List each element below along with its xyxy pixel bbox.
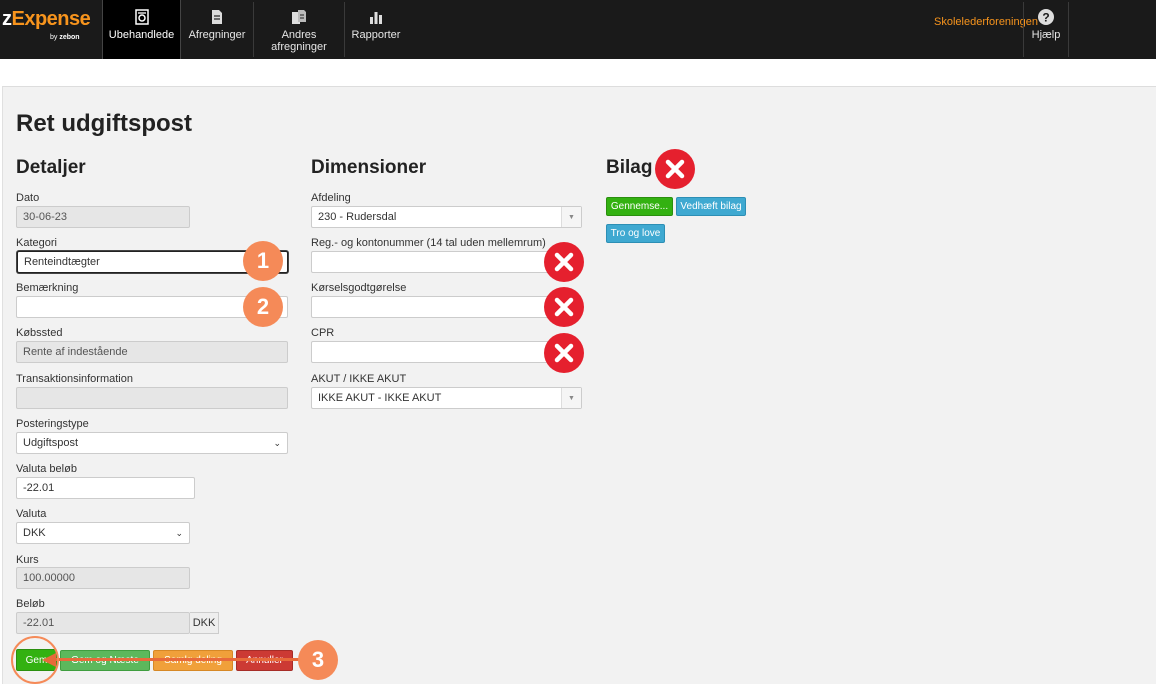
reg-input[interactable] bbox=[311, 251, 555, 273]
annotation-step-3: 3 bbox=[298, 640, 338, 680]
dato-value: 30-06-23 bbox=[23, 211, 68, 223]
nav-ubehandlede[interactable]: Ubehandlede bbox=[102, 0, 181, 59]
logo-wordmark: zExpense bbox=[2, 8, 91, 30]
belob-label: Beløb bbox=[16, 598, 45, 610]
details-heading: Detaljer bbox=[16, 157, 86, 178]
valuta-belob-input[interactable]: -22.01 bbox=[16, 477, 195, 499]
attach-receipt-button[interactable]: Vedhæft bilag bbox=[676, 197, 746, 216]
kategori-value: Renteindtægter bbox=[24, 256, 100, 268]
cpr-input[interactable] bbox=[311, 341, 555, 363]
kobssted-field: Rente af indestående bbox=[16, 341, 288, 363]
browse-button[interactable]: Gennemse... bbox=[606, 197, 673, 216]
annotation-step-2: 2 bbox=[243, 287, 283, 327]
transaktion-field bbox=[16, 387, 288, 409]
nav-andres-afregninger[interactable]: Andres afregninger bbox=[256, 0, 342, 59]
annotation-arrow bbox=[54, 658, 300, 661]
posteringstype-select[interactable]: Udgiftspost ⌄ bbox=[16, 432, 288, 454]
help-icon: ? bbox=[1038, 9, 1054, 25]
chevron-down-icon: ⌄ bbox=[273, 438, 281, 448]
valuta-label: Valuta bbox=[16, 508, 47, 520]
transaktion-label: Transaktionsinformation bbox=[16, 373, 133, 385]
kategori-label: Kategori bbox=[16, 237, 57, 249]
kobssted-label: Købssted bbox=[16, 327, 63, 339]
valuta-select[interactable]: DKK ⌄ bbox=[16, 522, 190, 544]
valuta-value: DKK bbox=[23, 527, 46, 539]
bilag-heading: Bilag bbox=[606, 157, 653, 178]
kurs-field: 100.00000 bbox=[16, 567, 190, 589]
afdeling-value: 230 - Rudersdal bbox=[318, 211, 397, 223]
nav-label: Afregninger bbox=[188, 29, 246, 41]
bemaerkning-label: Bemærkning bbox=[16, 282, 79, 294]
documents-icon bbox=[292, 10, 306, 24]
content-panel bbox=[2, 86, 1156, 684]
nav-label: Andres afregninger bbox=[271, 29, 327, 53]
posteringstype-value: Udgiftspost bbox=[23, 437, 79, 449]
belob-value: -22.01 bbox=[23, 617, 55, 629]
cpr-label: CPR bbox=[311, 327, 335, 339]
kurs-value: 100.00000 bbox=[23, 572, 75, 584]
nav-divider bbox=[1023, 2, 1024, 57]
dimensions-heading: Dimensioner bbox=[311, 157, 427, 178]
top-navbar: zExpense by zebon Ubehandlede Afregninge… bbox=[0, 0, 1156, 59]
bar-chart-icon bbox=[370, 12, 382, 24]
error-x-icon bbox=[544, 333, 584, 373]
svg-text:?: ? bbox=[1042, 11, 1049, 25]
receipt-camera-icon bbox=[134, 9, 149, 25]
reg-label: Reg.- og kontonummer (14 tal uden mellem… bbox=[311, 237, 546, 249]
document-icon bbox=[212, 10, 222, 24]
akut-value: IKKE AKUT - IKKE AKUT bbox=[318, 392, 442, 404]
nav-divider bbox=[253, 2, 254, 57]
afdeling-label: Afdeling bbox=[311, 192, 351, 204]
nav-afregninger[interactable]: Afregninger bbox=[184, 0, 250, 59]
error-x-icon bbox=[544, 242, 584, 282]
valuta-belob-label: Valuta beløb bbox=[16, 463, 77, 475]
chevron-down-icon: ⌄ bbox=[175, 528, 183, 538]
nav-label: Ubehandlede bbox=[108, 29, 175, 41]
akut-select[interactable]: IKKE AKUT - IKKE AKUT ▼ bbox=[311, 387, 582, 409]
annotation-step-1: 1 bbox=[243, 241, 283, 281]
nav-rapporter[interactable]: Rapporter bbox=[347, 0, 405, 59]
logo-byline: by zebon bbox=[50, 34, 80, 41]
highlight-circle bbox=[11, 636, 59, 684]
page-title: Ret udgiftspost bbox=[16, 110, 192, 137]
nav-label: Rapporter bbox=[351, 29, 401, 41]
kobssted-value: Rente af indestående bbox=[23, 346, 128, 358]
dato-label: Dato bbox=[16, 192, 40, 204]
tro-og-love-button[interactable]: Tro og love bbox=[606, 224, 665, 243]
kurs-label: Kurs bbox=[16, 554, 39, 566]
triangle-down-icon: ▼ bbox=[561, 388, 581, 408]
nav-help[interactable]: ? Hjælp bbox=[1026, 0, 1066, 59]
valuta-belob-value: -22.01 bbox=[23, 482, 55, 494]
akut-label: AKUT / IKKE AKUT bbox=[311, 373, 407, 385]
nav-divider bbox=[344, 2, 345, 57]
posteringstype-label: Posteringstype bbox=[16, 418, 89, 430]
nav-label: Hjælp bbox=[1031, 29, 1061, 41]
nav-divider bbox=[1068, 2, 1069, 57]
error-x-icon bbox=[544, 287, 584, 327]
error-x-icon bbox=[655, 149, 695, 189]
organization-name[interactable]: Skolelederforeningen bbox=[934, 16, 1038, 29]
dato-field: 30-06-23 bbox=[16, 206, 190, 228]
korsel-input[interactable] bbox=[311, 296, 555, 318]
korsel-label: Kørselsgodtgørelse bbox=[311, 282, 407, 294]
triangle-down-icon: ▼ bbox=[561, 207, 581, 227]
belob-field: -22.01 bbox=[16, 612, 190, 634]
afdeling-select[interactable]: 230 - Rudersdal ▼ bbox=[311, 206, 582, 228]
belob-currency-addon: DKK bbox=[190, 612, 219, 634]
zexpense-logo[interactable]: zExpense by zebon bbox=[2, 8, 92, 48]
